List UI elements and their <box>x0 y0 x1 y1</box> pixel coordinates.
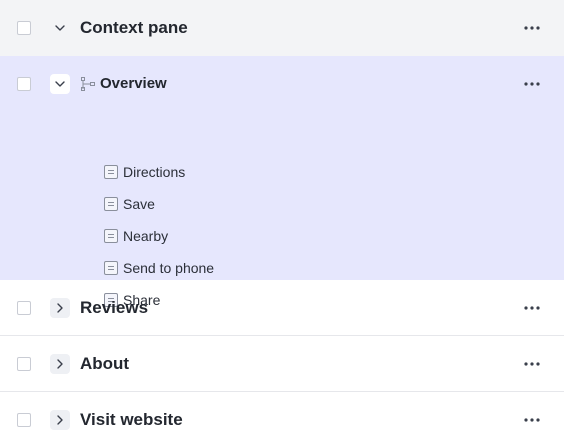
more-horizontal-icon[interactable] <box>524 300 540 316</box>
tree-child-label: Nearby <box>123 228 169 244</box>
document-icon <box>104 261 118 275</box>
chevron-down-icon[interactable] <box>50 74 70 94</box>
chevron-right-icon[interactable] <box>50 410 70 430</box>
checkbox-icon[interactable] <box>17 413 31 427</box>
tree-row-label: Visit website <box>80 410 183 429</box>
tree-structure-icon <box>80 76 96 92</box>
tree-child-label: Directions <box>123 164 186 180</box>
document-icon <box>104 165 118 179</box>
checkbox-icon[interactable] <box>17 300 31 315</box>
chevron-down-icon[interactable] <box>50 18 70 38</box>
tree-row-context-pane[interactable]: Context pane <box>0 0 564 56</box>
tree-child-label: Save <box>123 196 155 212</box>
more-horizontal-icon[interactable] <box>524 356 540 372</box>
checkbox-icon[interactable] <box>17 356 31 371</box>
document-icon <box>104 197 118 211</box>
tree-row-reviews[interactable]: Reviews <box>0 280 564 336</box>
tree-row-about[interactable]: About <box>0 336 564 392</box>
checkbox-icon[interactable] <box>17 77 31 91</box>
tree-child-item[interactable]: Directions <box>104 156 214 188</box>
tree-child-item[interactable]: Save <box>104 188 214 220</box>
tree-row-label: Overview <box>100 75 167 92</box>
tree-row-label: Reviews <box>80 297 149 317</box>
checkbox-icon[interactable] <box>17 21 31 35</box>
more-horizontal-icon[interactable] <box>524 76 540 92</box>
tree-row-label: About <box>80 353 130 373</box>
document-icon <box>104 229 118 243</box>
more-horizontal-icon[interactable] <box>524 20 540 36</box>
tree-child-label: Send to phone <box>123 260 215 276</box>
tree-view: Context pane Overview Directions Save Ne… <box>0 0 564 448</box>
more-horizontal-icon[interactable] <box>524 412 540 428</box>
tree-row-visit-website[interactable]: Visit website <box>0 392 564 448</box>
tree-child-item[interactable]: Nearby <box>104 220 214 252</box>
tree-row-overview[interactable]: Overview <box>0 56 564 112</box>
overview-group: Overview Directions Save Nearby Send to … <box>0 56 564 308</box>
chevron-right-icon[interactable] <box>50 297 70 318</box>
tree-row-label: Context pane <box>80 18 188 37</box>
chevron-right-icon[interactable] <box>50 353 70 374</box>
